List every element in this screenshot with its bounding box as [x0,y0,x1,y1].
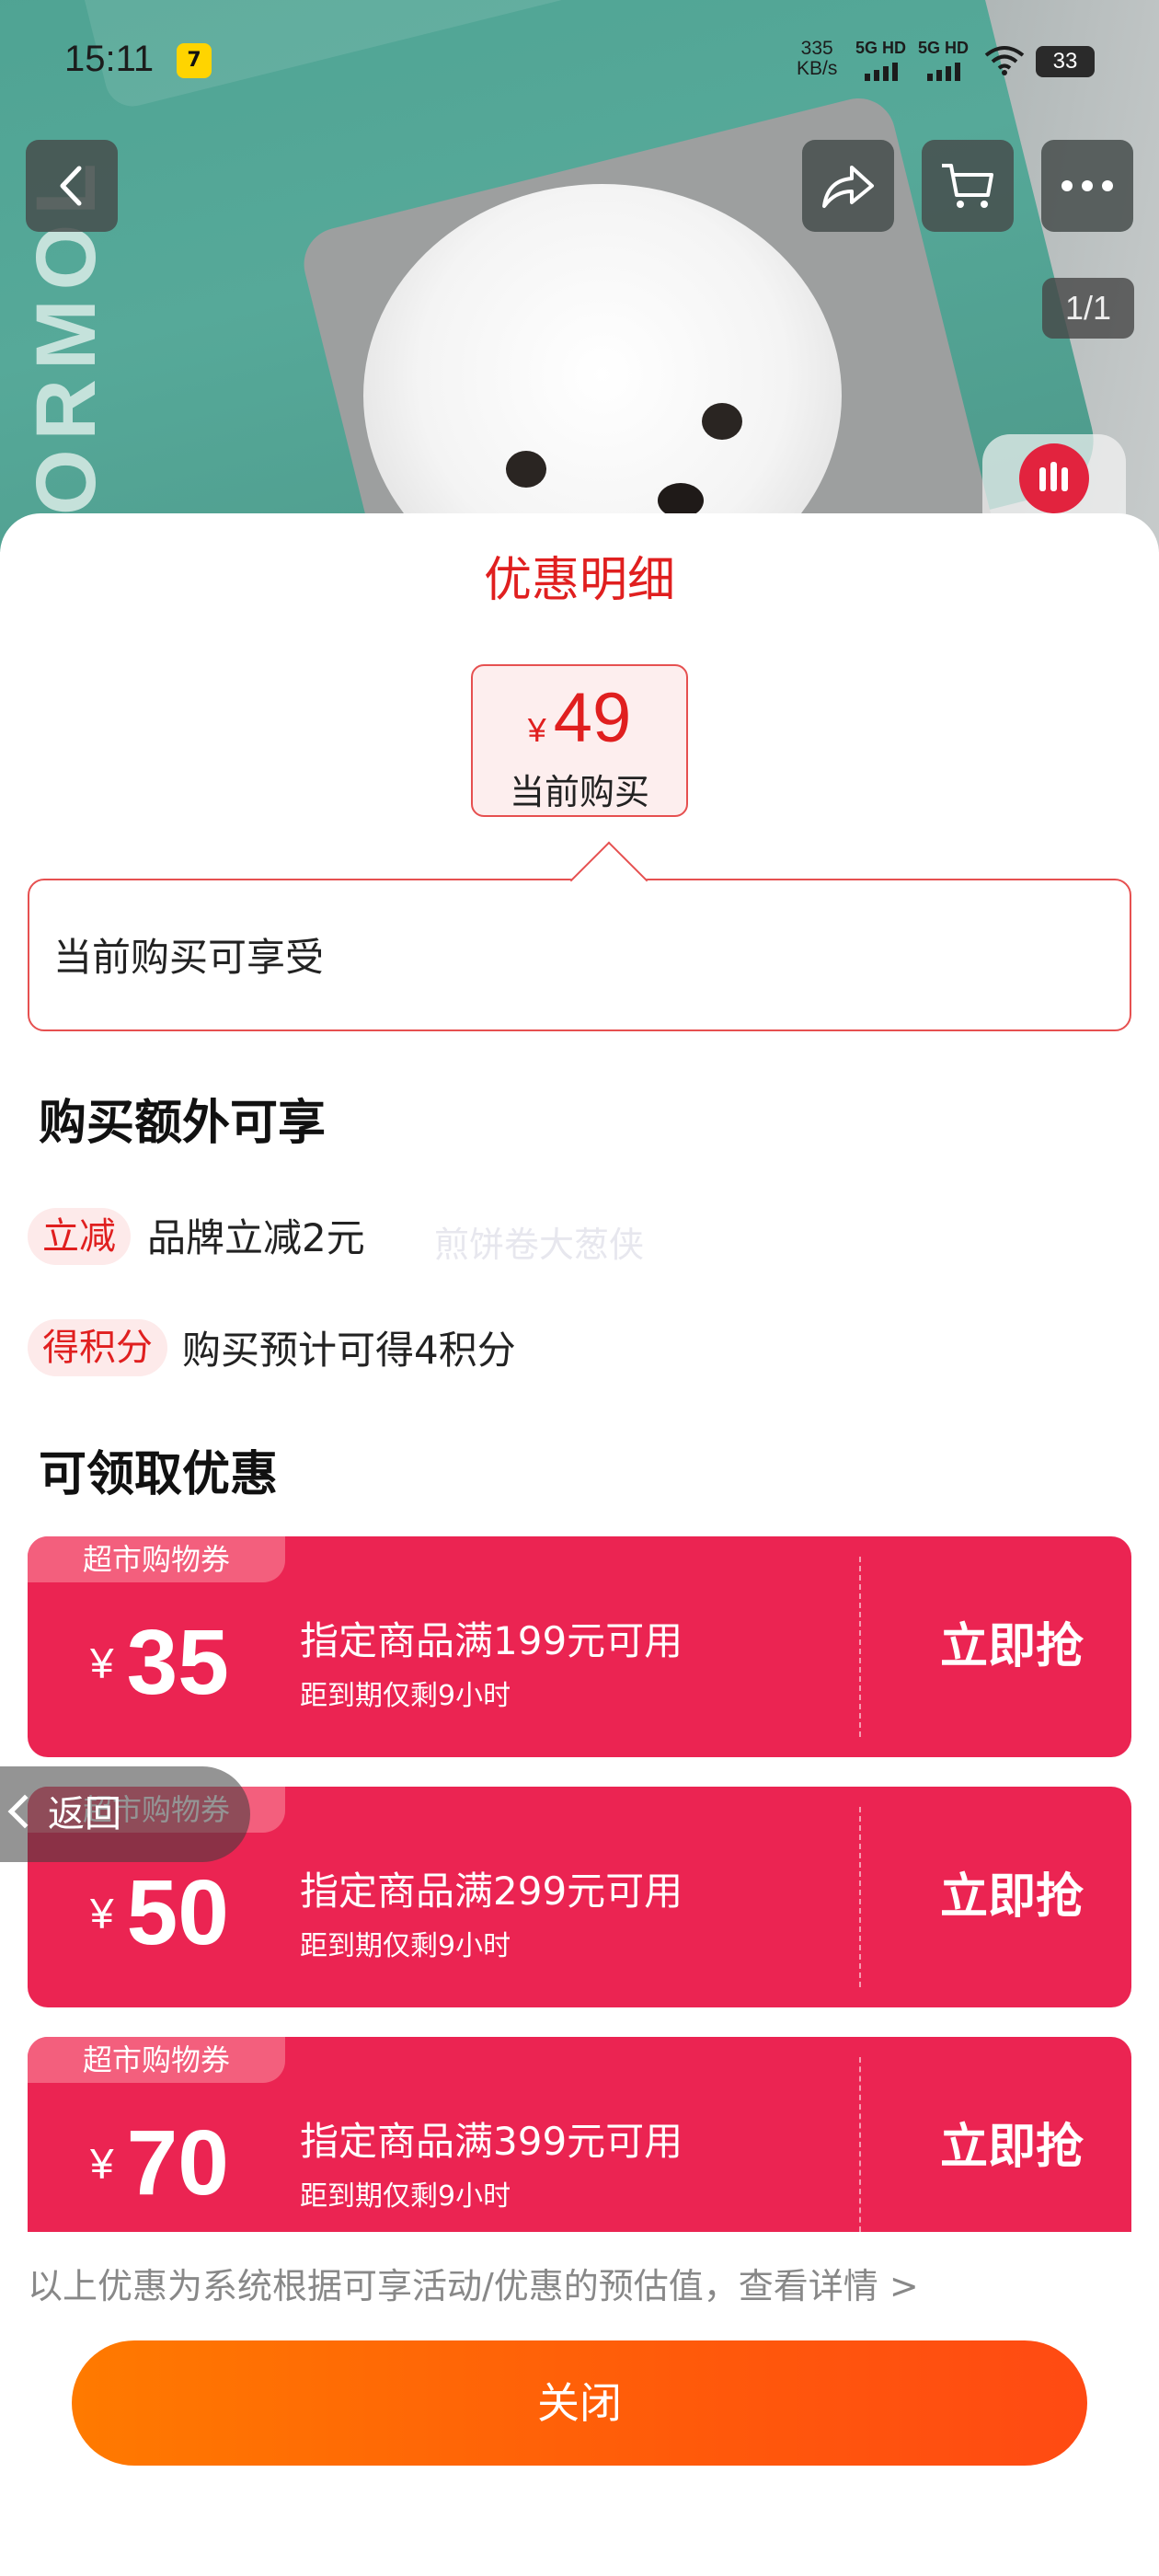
floating-back-label: 返回 [48,1793,121,1835]
network-label-2: 5G HD [918,39,970,57]
brand-discount-text: 品牌立减2元 [147,1215,365,1260]
discount-detail-sheet: 优惠明细 ¥49 当前购买 当前购买可享受 购买额外可享 立减 品牌立减2元 煎… [0,513,1159,2576]
estimate-footnote-link[interactable]: 以上优惠为系统根据可享活动/优惠的预估值，查看详情 > [28,2258,919,2308]
coupon-expiry: 距到期仅剩9小时 [300,1680,511,1712]
status-time: 15:11 [64,39,155,79]
coupon-expiry: 距到期仅剩9小时 [300,1930,511,1962]
coupon-tag: 超市购物券 [28,2037,285,2083]
grab-coupon-button[interactable]: 立即抢 [892,1787,1131,2007]
status-bar: 15:11 7 335 KB/s 5G HD 5G HD 33 [0,0,1159,120]
coupon-amount: ¥50 [90,1861,229,1964]
share-button[interactable] [802,140,894,232]
current-price-box: ¥49 当前购买 [471,664,688,817]
current-enjoy-text: 当前购买可享受 [53,935,325,980]
current-enjoy-box: 当前购买可享受 [28,841,1131,1031]
grab-coupon-button[interactable]: 立即抢 [892,2037,1131,2232]
coupon-card[interactable]: 超市购物券 ¥35 指定商品满199元可用 距到期仅剩9小时 立即抢 [28,1536,1131,1757]
product-image: ORMOL 15:11 7 335 KB/s 5G HD 5G HD 33 1/… [0,0,1159,552]
coupon-condition: 指定商品满399元可用 [300,2119,683,2164]
signal-icon [927,63,960,81]
grab-coupon-button[interactable]: 立即抢 [892,1536,1131,1757]
points-text: 购买预计可得4积分 [182,1328,516,1373]
coupon-amount: ¥70 [90,2111,229,2214]
chevron-left-icon [60,166,82,206]
image-pager: 1/1 [1042,278,1134,339]
more-button[interactable] [1041,140,1133,232]
coupon-condition: 指定商品满299元可用 [300,1869,683,1914]
coupon-amount: ¥35 [90,1611,229,1714]
sheet-title: 优惠明细 [483,553,675,608]
cart-icon [942,164,993,208]
coupon-condition: 指定商品满199元可用 [300,1618,683,1663]
watermark: 煎饼卷大葱侠 [434,1225,645,1265]
share-icon [822,166,874,208]
live-icon [1019,443,1089,513]
more-dots-icon [1061,180,1113,191]
extra-benefits-heading: 购买额外可享 [39,1096,327,1151]
tag-discount: 立减 [28,1208,131,1265]
coupon-expiry: 距到期仅剩9小时 [300,2180,511,2213]
coupons-heading: 可领取优惠 [39,1447,279,1502]
network-label-1: 5G HD [855,39,907,57]
cart-button[interactable] [922,140,1014,232]
battery-icon: 33 [1036,46,1095,77]
app-badge-icon: 7 [177,43,212,78]
coupon-tag: 超市购物券 [28,1536,285,1582]
signal-icon [865,63,898,81]
close-button[interactable]: 关闭 [72,2340,1087,2466]
network-speed: 335 KB/s [797,38,838,79]
back-button[interactable] [26,140,118,232]
chevron-left-icon [7,1794,42,1829]
wifi-icon [984,46,1025,75]
current-price: ¥49 [527,679,632,757]
tag-points: 得积分 [28,1319,167,1376]
floating-back-button[interactable]: 返回 [0,1766,250,1862]
current-price-label: 当前购买 [509,772,649,812]
coupon-card[interactable]: 超市购物券 ¥70 指定商品满399元可用 距到期仅剩9小时 立即抢 [28,2037,1131,2232]
